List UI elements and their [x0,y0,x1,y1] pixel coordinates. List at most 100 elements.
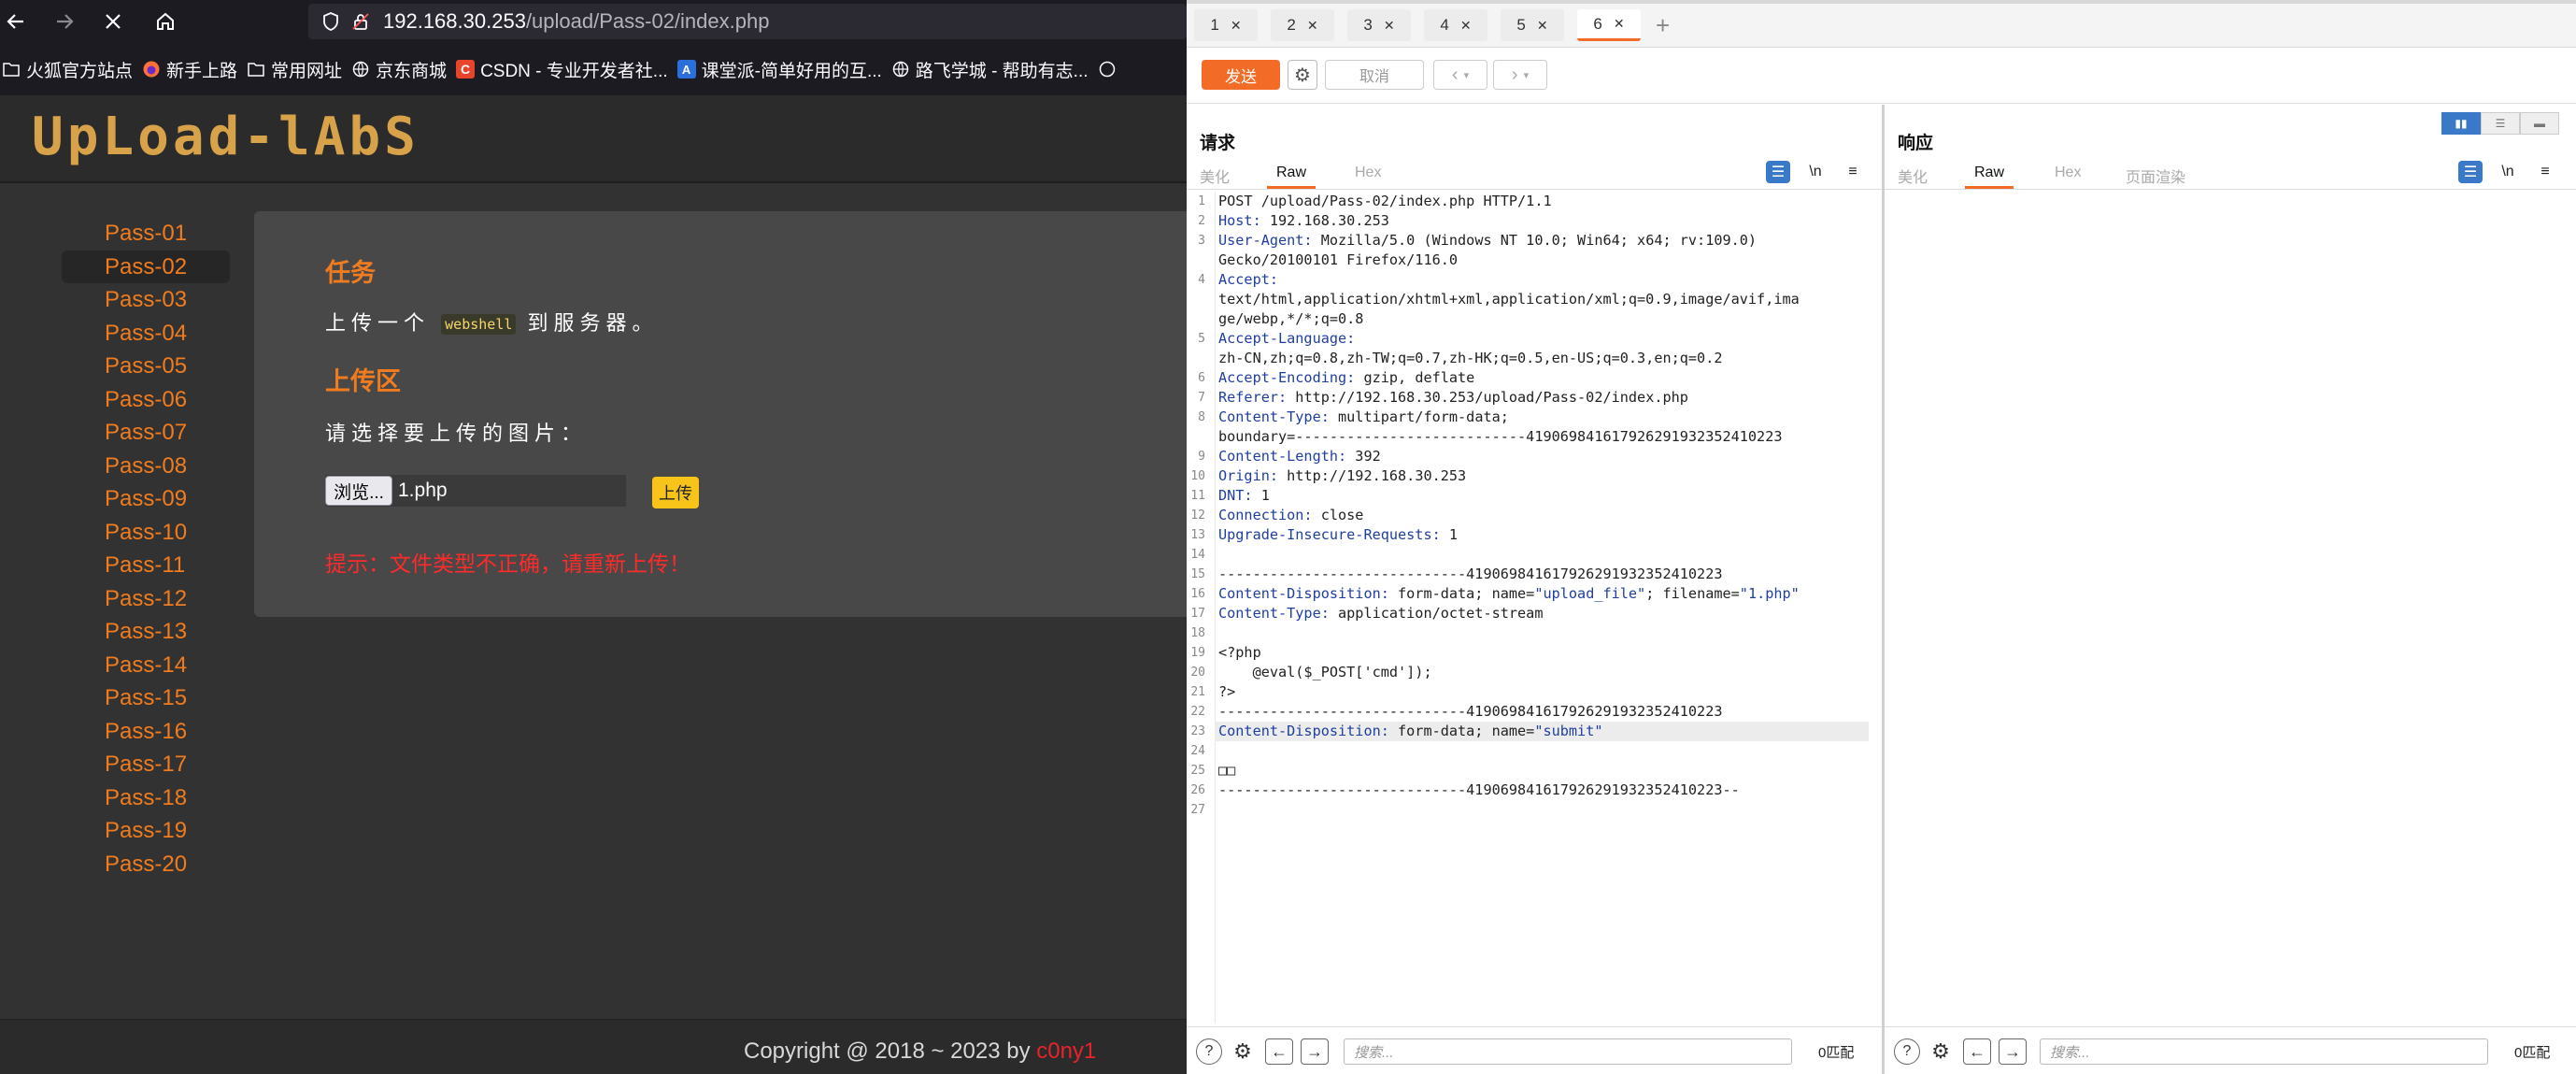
add-tab-icon[interactable]: + [1656,11,1670,40]
site-header: UpLoad-lAbS [0,95,1187,183]
tab-pretty[interactable]: 美化 [1898,165,1928,187]
repeater-tab[interactable]: 5 ✕ [1501,9,1564,41]
message-actions-icon[interactable]: ☰ [1766,161,1790,183]
line-number: 6 [1198,371,1205,385]
repeater-tab[interactable]: 4 ✕ [1424,9,1487,41]
history-back-button[interactable]: ‹ ▾ [1433,60,1487,90]
close-icon[interactable]: ✕ [1231,18,1242,34]
url-text[interactable]: 192.168.30.253/upload/Pass-02/index.php [383,9,769,34]
sidebar-item[interactable]: Pass-15 [62,681,230,715]
bookmark-label: 火狐官方站点 [26,61,134,81]
sidebar-item[interactable]: Pass-14 [62,649,230,682]
tab-render[interactable]: 页面渲染 [2126,165,2185,187]
sidebar-item[interactable]: Pass-20 [62,848,230,881]
tab-raw[interactable]: Raw [1965,165,2014,189]
line-text: DNT: 1 [1218,487,1270,504]
message-actions-icon[interactable]: ☰ [2458,161,2483,183]
close-icon[interactable]: ✕ [1614,16,1625,32]
line-text: Connection: close [1218,507,1364,523]
bookmark-item[interactable]: C CSDN - 专业开发者社... [456,57,668,82]
close-icon[interactable]: ✕ [1307,18,1318,34]
arrow-right-icon[interactable]: → [1301,1038,1329,1065]
settings-gear-icon[interactable]: ⚙ [1230,1038,1256,1065]
arrow-left-icon[interactable]: ← [1265,1038,1293,1065]
arrow-right-icon[interactable]: → [1999,1038,2027,1065]
close-icon[interactable]: ✕ [1384,18,1395,34]
sidebar-item[interactable]: Pass-11 [62,549,230,582]
tab-pretty[interactable]: 美化 [1200,165,1230,187]
sidebar-item[interactable]: Pass-08 [62,450,230,483]
search-input[interactable]: 搜索... [1344,1038,1792,1065]
newline-toggle-icon[interactable]: \n [1803,161,1828,183]
home-icon[interactable] [149,6,181,37]
repeater-tab[interactable]: 3 ✕ [1347,9,1411,41]
sidebar-item[interactable]: Pass-04 [62,317,230,351]
browse-button[interactable]: 浏览... [325,476,392,506]
search-input[interactable]: 搜索... [2040,1038,2488,1065]
line-text: boundary=---------------------------4190… [1218,428,1783,445]
close-icon[interactable]: ✕ [1537,18,1548,34]
history-forward-button[interactable]: › ▾ [1493,60,1547,90]
cancel-button[interactable]: 取消 [1325,60,1424,90]
sidebar-item[interactable]: Pass-10 [62,516,230,550]
sidebar-item[interactable]: Pass-17 [62,748,230,781]
help-icon[interactable]: ? [1894,1038,1920,1065]
insecure-lock-icon[interactable] [348,8,374,35]
sidebar-item[interactable]: Pass-12 [62,582,230,616]
repeater-tab[interactable]: 2 ✕ [1271,9,1334,41]
line-number: 24 [1190,744,1205,758]
sidebar-item[interactable]: Pass-05 [62,350,230,383]
settings-gear-icon[interactable]: ⚙ [1928,1038,1954,1065]
bookmark-item[interactable]: A 课堂派-简单好用的互... [676,57,882,82]
firefox-icon [142,60,161,79]
line-number: 10 [1190,469,1205,483]
newline-toggle-icon[interactable]: \n [2496,161,2520,183]
site-logo[interactable]: UpLoad-lAbS [32,107,420,167]
sidebar-item[interactable]: Pass-01 [62,217,230,251]
bookmark-item[interactable]: 常用网址 [247,57,342,82]
stop-icon[interactable] [97,6,129,37]
repeater-tab[interactable]: 1 ✕ [1194,9,1258,41]
line-text: Upgrade-Insecure-Requests: 1 [1218,526,1459,543]
settings-gear-icon[interactable]: ⚙ [1288,60,1317,90]
sidebar-item[interactable]: Pass-18 [62,781,230,815]
menu-icon[interactable]: ≡ [2533,161,2557,183]
arrow-left-icon[interactable]: ← [1963,1038,1991,1065]
tab-raw[interactable]: Raw [1267,165,1316,189]
line-number: 22 [1190,705,1205,719]
bookmark-item[interactable]: 火狐官方站点 [2,57,133,82]
line-text: -----------------------------41906984161… [1218,703,1723,720]
bookmark-item[interactable]: 新手上路 [142,57,237,82]
tab-hex[interactable]: Hex [2055,165,2081,181]
file-input[interactable]: 浏览... 1.php [325,475,626,507]
close-icon[interactable]: ✕ [1460,18,1472,34]
send-button[interactable]: 发送 [1202,60,1280,90]
line-number: 16 [1190,587,1205,601]
sidebar-item[interactable]: Pass-16 [62,715,230,749]
sidebar-item[interactable]: Pass-13 [62,615,230,649]
sidebar-item[interactable]: Pass-09 [62,482,230,516]
url-path: /upload/Pass-02/index.php [525,9,770,33]
shield-icon[interactable] [318,8,344,35]
upload-button[interactable]: 上传 [652,477,699,508]
sidebar-item[interactable]: Pass-06 [62,383,230,417]
author-link[interactable]: c0ny1 [1036,1038,1096,1064]
sidebar-item-active[interactable]: Pass-02 [62,250,230,283]
request-editor[interactable]: 1 POST /upload/Pass-02/index.php HTTP/1.1… [1187,192,1882,1024]
line-text: Referer: http://192.168.30.253/upload/Pa… [1218,389,1688,406]
forward-icon[interactable] [49,6,80,37]
sidebar-item[interactable]: Pass-03 [62,283,230,317]
menu-icon[interactable]: ≡ [1841,161,1865,183]
repeater-tab-active[interactable]: 6 ✕ [1577,9,1641,41]
tab-hex[interactable]: Hex [1355,165,1381,181]
bookmark-item[interactable]: 京东商城 [351,57,447,82]
back-icon[interactable] [0,6,32,37]
bookmark-item[interactable]: 路飞学城 - 帮助有志... [891,57,1089,82]
line-number: 27 [1190,803,1205,817]
sidebar-item[interactable]: Pass-19 [62,814,230,848]
line-text: ge/webp,*/*;q=0.8 [1218,310,1364,327]
help-icon[interactable]: ? [1196,1038,1222,1065]
sidebar-item[interactable]: Pass-07 [62,416,230,450]
address-bar[interactable]: 192.168.30.253/upload/Pass-02/index.php [308,4,1187,39]
bookmark-item-partial[interactable] [1098,60,1122,79]
